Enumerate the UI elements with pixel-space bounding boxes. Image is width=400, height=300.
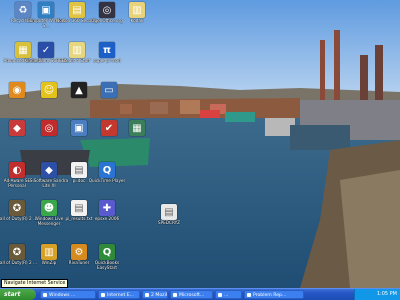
kindle-icon: ✓: [38, 42, 54, 58]
desktop-icon-label: QuickTime Player: [88, 178, 126, 183]
desktop-icon-label: Kodak: [130, 18, 144, 23]
desktop-icon-label: QuickBooks EasyStart: [94, 260, 120, 270]
cod2-icon: ✪: [9, 200, 25, 216]
messenger-icon: ☻: [41, 200, 57, 216]
target-app-icon: ◎: [41, 120, 57, 136]
taskbar-button-label: 2 Mozilla...: [151, 293, 168, 298]
clock[interactable]: 1:05 PM: [377, 291, 397, 297]
desktop-icon[interactable]: π super pi mod: [85, 42, 129, 78]
taskbar-button-label: ...: [224, 293, 229, 298]
taskbar-button[interactable]: Internet E...: [98, 290, 140, 299]
desktop-icon[interactable]: Q QuickBooks EasyStart: [85, 244, 129, 280]
taskbar-button[interactable]: Problem Rep...: [244, 290, 304, 299]
photo-app-icon: ▦: [129, 120, 145, 136]
taskbar-button[interactable]: Windows ...: [40, 290, 96, 299]
quickbooks-icon: Q: [99, 244, 115, 260]
desktop-icon-label: epsxe 2006: [94, 216, 120, 221]
taskbar-button[interactable]: Microsoft...: [170, 290, 213, 299]
winzip-icon: ▥: [41, 244, 57, 260]
taskbar-button-label: Microsoft...: [179, 293, 205, 298]
taskbar-button-label: Windows ...: [49, 293, 76, 298]
desktop-icon-label: super pi mod: [93, 58, 121, 63]
openoffice-icon: ◎: [99, 2, 115, 18]
taskbar-button-label: Problem Rep...: [253, 293, 287, 298]
desktop[interactable]: ♻ Recycle Bin ▣ Computer Window S... ▤ Norton…: [0, 0, 400, 288]
app-shortcut-icon: ▣: [71, 120, 87, 136]
desktop-icon[interactable]: Q QuickTime Player: [85, 162, 129, 198]
system-tray: 1:05 PM: [354, 289, 400, 300]
yellow-smiley-icon: ☺: [41, 82, 57, 98]
app-icon: [218, 293, 222, 297]
app-icon: [145, 293, 149, 297]
app-icon: [101, 293, 105, 297]
desktop-icon[interactable]: ▥ Kodak: [115, 2, 159, 38]
monitor-icon: ▭: [101, 82, 117, 98]
desktop-icon-label: SPEDCRYZ: [157, 220, 181, 225]
desktop-icon[interactable]: ▦: [115, 120, 159, 156]
pdf-icon: ▤: [161, 204, 177, 220]
app-icon: [173, 293, 177, 297]
ad-aware-icon: ◐: [9, 162, 25, 178]
folder-icon: ▥: [69, 42, 85, 58]
kodak-folder-icon: ▥: [129, 2, 145, 18]
tooltip: Navigate Internet Service: [1, 279, 69, 288]
shortcut-icon: ◆: [9, 120, 25, 136]
cod2-multiplayer-icon: ✪: [9, 244, 25, 260]
desktop-icon[interactable]: ▭: [87, 82, 131, 118]
app-icon: [43, 293, 47, 297]
taskbar-button[interactable]: ...: [215, 290, 242, 299]
pumpkin-app-icon: ◉: [9, 82, 25, 98]
sandra-icon: ◆: [41, 162, 57, 178]
desktop-icon[interactable]: ✚ epsxe 2006: [85, 200, 129, 236]
desktop-icon[interactable]: ▤ SPEDCRYZ: [147, 204, 191, 240]
norton-icon: ▤: [69, 2, 85, 18]
app-icon: [247, 293, 251, 297]
graduation-cap-icon: ▲: [71, 82, 87, 98]
quicktime-icon: Q: [99, 162, 115, 178]
epsxe-icon: ✚: [99, 200, 115, 216]
start-button[interactable]: start: [0, 289, 36, 300]
computer-window-icon: ▣: [38, 2, 54, 18]
taskbar-button-label: Internet E...: [107, 293, 134, 298]
taskbar-button[interactable]: 2 Mozilla...: [142, 290, 168, 299]
taskbar: start Windows ... Internet E... 2 Mozilla.…: [0, 288, 400, 300]
super-pi-icon: π: [99, 42, 115, 58]
